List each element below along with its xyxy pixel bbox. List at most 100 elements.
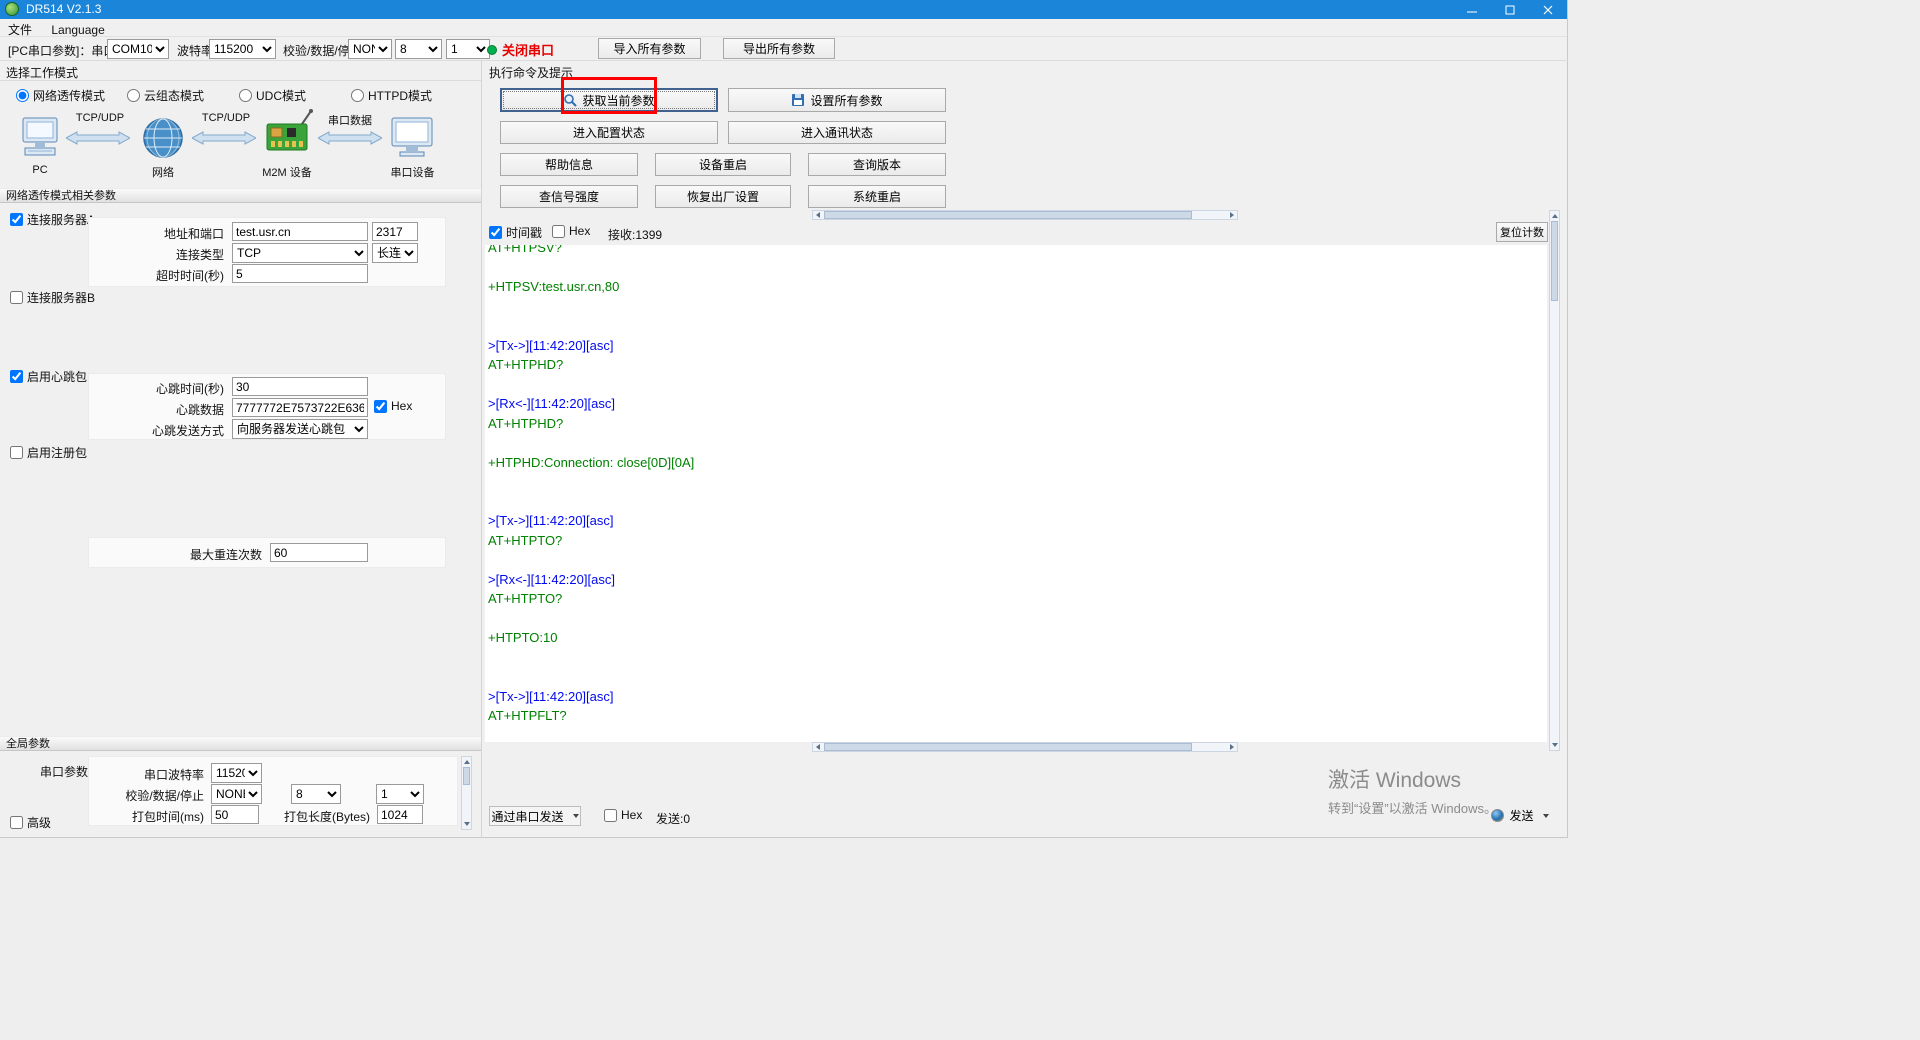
server-a-port-input[interactable] [372, 222, 418, 241]
mode-radio-input[interactable] [239, 89, 252, 102]
send-button[interactable]: 发送 [1490, 805, 1550, 826]
mode-radio-net-transparent[interactable]: 网络透传模式 [16, 87, 105, 104]
pack-len-input[interactable] [377, 805, 423, 824]
scroll-thumb[interactable] [824, 743, 1192, 751]
titlebar: DR514 V2.1.3 [0, 0, 1567, 19]
minimize-button[interactable] [1453, 0, 1491, 19]
send-button-label: 发送 [1509, 807, 1533, 824]
watermark-line2: 转到“设置”以激活 Windows。 [1328, 798, 1497, 817]
system-restart-button[interactable]: 系统重启 [808, 185, 946, 208]
log-hscrollbar-bottom[interactable] [812, 742, 1238, 752]
g-parity-select[interactable]: NONE [211, 784, 262, 804]
pack-time-label: 打包时间(ms) [88, 808, 208, 825]
scroll-thumb[interactable] [463, 767, 470, 785]
g-databits-select[interactable]: 8 [291, 784, 341, 804]
log-vscrollbar[interactable] [1549, 210, 1560, 751]
scroll-thumb[interactable] [824, 211, 1192, 219]
baud-select[interactable]: 115200 [209, 39, 276, 59]
parity-select[interactable]: NONE [348, 39, 392, 59]
import-all-params-button[interactable]: 导入所有参数 [598, 38, 701, 59]
recv-hex-checkbox[interactable]: Hex [552, 224, 590, 238]
log-line: >[Tx->][11:42:20][asc] [488, 687, 1547, 707]
scroll-up-icon[interactable] [1550, 211, 1559, 221]
scroll-up-icon[interactable] [462, 757, 471, 767]
log-output[interactable]: AT+HTPSV? +HTPSV:test.usr.cn,80 >[Tx->][… [485, 245, 1547, 742]
server-b-checkbox[interactable]: 连接服务器B [10, 289, 95, 306]
timestamp-checkbox-input[interactable] [489, 226, 502, 239]
help-info-button[interactable]: 帮助信息 [500, 153, 638, 176]
mode-radio-httpd[interactable]: HTTPD模式 [351, 87, 432, 104]
device-restart-button[interactable]: 设备重启 [655, 153, 791, 176]
query-version-button[interactable]: 查询版本 [808, 153, 946, 176]
hb-data-input[interactable] [232, 398, 368, 417]
hb-hex-checkbox-input[interactable] [374, 400, 387, 413]
server-a-address-input[interactable] [232, 222, 368, 241]
timestamp-checkbox[interactable]: 时间戳 [489, 224, 542, 241]
recv-hex-checkbox-input[interactable] [552, 225, 565, 238]
scroll-down-icon[interactable] [1550, 740, 1559, 750]
scroll-right-icon[interactable] [1227, 743, 1237, 751]
server-b-checkbox-input[interactable] [10, 291, 23, 304]
register-checkbox[interactable]: 启用注册包 [10, 444, 87, 461]
server-a-checkbox[interactable]: 连接服务器A [10, 211, 95, 228]
databits-select[interactable]: 8 [395, 39, 442, 59]
enter-config-state-button[interactable]: 进入配置状态 [500, 121, 718, 144]
scroll-right-icon[interactable] [1227, 211, 1237, 219]
advanced-checkbox[interactable]: 高级 [10, 814, 51, 831]
menu-language[interactable]: Language [43, 21, 112, 39]
hb-hex-checkbox[interactable]: Hex [374, 399, 412, 413]
global-panel-scrollbar[interactable] [461, 756, 472, 830]
pc-icon [20, 116, 60, 165]
register-checkbox-input[interactable] [10, 446, 23, 459]
menu-file[interactable]: 文件 [0, 19, 40, 40]
scroll-down-icon[interactable] [462, 819, 471, 829]
g-stopbits-select[interactable]: 1 [376, 784, 424, 804]
advanced-checkbox-input[interactable] [10, 816, 23, 829]
query-signal-button[interactable]: 查信号强度 [500, 185, 638, 208]
hb-time-input[interactable] [232, 377, 368, 396]
arrow-icon [66, 130, 130, 149]
scroll-left-icon[interactable] [813, 211, 823, 219]
addr-port-label: 地址和端口 [88, 225, 228, 242]
get-current-params-button[interactable]: 获取当前参数 [500, 88, 718, 112]
stopbits-select[interactable]: 1 [446, 39, 490, 59]
serial-params-label: 串口参数 [40, 763, 88, 780]
sent-count: 0 [683, 812, 690, 826]
log-line [488, 297, 1547, 317]
set-all-params-button[interactable]: 设置所有参数 [728, 88, 946, 112]
mode-radio-input[interactable] [16, 89, 29, 102]
log-hscrollbar-top[interactable] [812, 210, 1238, 220]
maximize-button[interactable] [1491, 0, 1529, 19]
chevron-down-icon [1543, 814, 1549, 818]
log-line: >[Rx<-][11:42:20][asc] [488, 570, 1547, 590]
send-hex-checkbox[interactable]: Hex [604, 808, 642, 822]
mode-radio-cloud[interactable]: 云组态模式 [127, 87, 204, 104]
timeout-input[interactable] [232, 264, 368, 283]
reconnect-input[interactable] [270, 543, 368, 562]
enter-comm-state-button[interactable]: 进入通讯状态 [728, 121, 946, 144]
heartbeat-checkbox[interactable]: 启用心跳包 [10, 368, 87, 385]
export-all-params-button[interactable]: 导出所有参数 [723, 38, 835, 59]
reset-counter-button[interactable]: 复位计数 [1496, 222, 1548, 242]
close-serial-button[interactable]: 关闭串口 [487, 40, 554, 59]
mode-radio-input[interactable] [351, 89, 364, 102]
log-lines: AT+HTPSV? +HTPSV:test.usr.cn,80 >[Tx->][… [485, 245, 1547, 726]
mode-radio-input[interactable] [127, 89, 140, 102]
send-hex-checkbox-input[interactable] [604, 809, 617, 822]
windows-activation-watermark: 激活 Windows 转到“设置”以激活 Windows。 [1328, 764, 1497, 817]
hb-mode-select[interactable]: 向服务器发送心跳包 [232, 419, 368, 439]
g-baud-select[interactable]: 115200 [211, 763, 262, 783]
scroll-thumb[interactable] [1551, 221, 1558, 301]
conn-keep-select[interactable]: 长连接 [372, 243, 418, 263]
scroll-left-icon[interactable] [813, 743, 823, 751]
factory-reset-button[interactable]: 恢复出厂设置 [655, 185, 791, 208]
conn-type-select[interactable]: TCP [232, 243, 368, 263]
serial-device-icon [390, 116, 434, 163]
com-port-select[interactable]: COM10 [107, 39, 169, 59]
send-via-serial-dropdown[interactable]: 通过串口发送 [489, 806, 581, 826]
mode-radio-udc[interactable]: UDC模式 [239, 87, 306, 104]
server-a-checkbox-input[interactable] [10, 213, 23, 226]
close-button[interactable] [1529, 0, 1567, 19]
heartbeat-checkbox-input[interactable] [10, 370, 23, 383]
pack-time-input[interactable] [211, 805, 259, 824]
